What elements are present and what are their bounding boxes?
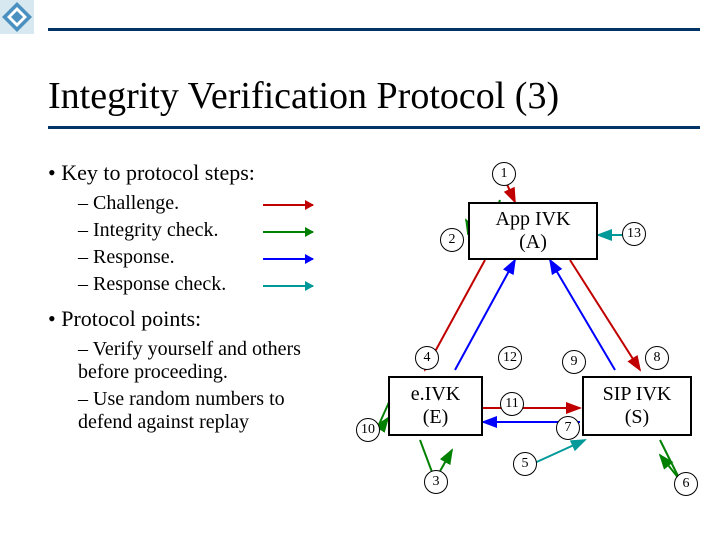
page-title: Integrity Verification Protocol (3) xyxy=(48,74,559,118)
step-circle-2: 2 xyxy=(440,228,464,252)
step-circle-10: 10 xyxy=(356,418,380,442)
content-area: Key to protocol steps: Challenge. Integr… xyxy=(48,160,700,530)
bullet-random: Use random numbers to defend against rep… xyxy=(78,388,338,434)
step-circle-1: 1 xyxy=(492,162,516,186)
slide-logo-icon xyxy=(0,0,34,34)
bullet-integrity-check: Integrity check. xyxy=(78,219,368,242)
box-title: SIP IVK xyxy=(603,383,672,406)
arrow-legend-teal xyxy=(263,285,313,287)
bullet-verify: Verify yourself and others before procee… xyxy=(78,338,338,384)
step-circle-8: 8 xyxy=(645,346,669,370)
bullet-challenge: Challenge. xyxy=(78,192,368,215)
step-circle-7: 7 xyxy=(556,416,580,440)
title-underline xyxy=(48,126,700,129)
box-sub: (A) xyxy=(519,231,547,254)
step-circle-3: 3 xyxy=(424,470,448,494)
box-app-ivk: App IVK (A) xyxy=(468,202,598,260)
step-circle-5: 5 xyxy=(513,452,537,476)
step-circle-11: 11 xyxy=(500,392,524,416)
bullet-heading-steps: Key to protocol steps: xyxy=(48,160,368,186)
step-circle-12: 12 xyxy=(498,346,522,370)
step-circle-9: 9 xyxy=(562,350,586,374)
box-sub: (E) xyxy=(423,406,449,429)
arrow-legend-red xyxy=(263,204,313,206)
step-circle-6: 6 xyxy=(674,472,698,496)
bullet-heading-points: Protocol points: xyxy=(48,306,368,332)
step-circle-13: 13 xyxy=(622,222,646,246)
box-eivk: e.IVK (E) xyxy=(388,376,483,436)
box-title: App IVK xyxy=(496,208,571,231)
box-title: e.IVK xyxy=(411,383,460,406)
step-circle-4: 4 xyxy=(415,346,439,370)
bullet-label: Challenge. xyxy=(93,192,179,214)
box-sub: (S) xyxy=(625,406,649,429)
arrow-legend-blue xyxy=(263,258,313,260)
bullet-response-check: Response check. xyxy=(78,273,368,296)
bullet-response: Response. xyxy=(78,246,368,269)
arrow-legend-green xyxy=(263,231,313,233)
protocol-diagram: App IVK (A) e.IVK (E) SIP IVK (S) 1 2 13… xyxy=(360,160,700,520)
box-sip-ivk: SIP IVK (S) xyxy=(582,376,692,436)
bullet-label: Response check. xyxy=(93,273,226,295)
header-rule xyxy=(48,28,700,31)
bullet-label: Integrity check. xyxy=(93,219,219,241)
bullet-column: Key to protocol steps: Challenge. Integr… xyxy=(48,160,368,438)
bullet-label: Response. xyxy=(93,246,175,268)
